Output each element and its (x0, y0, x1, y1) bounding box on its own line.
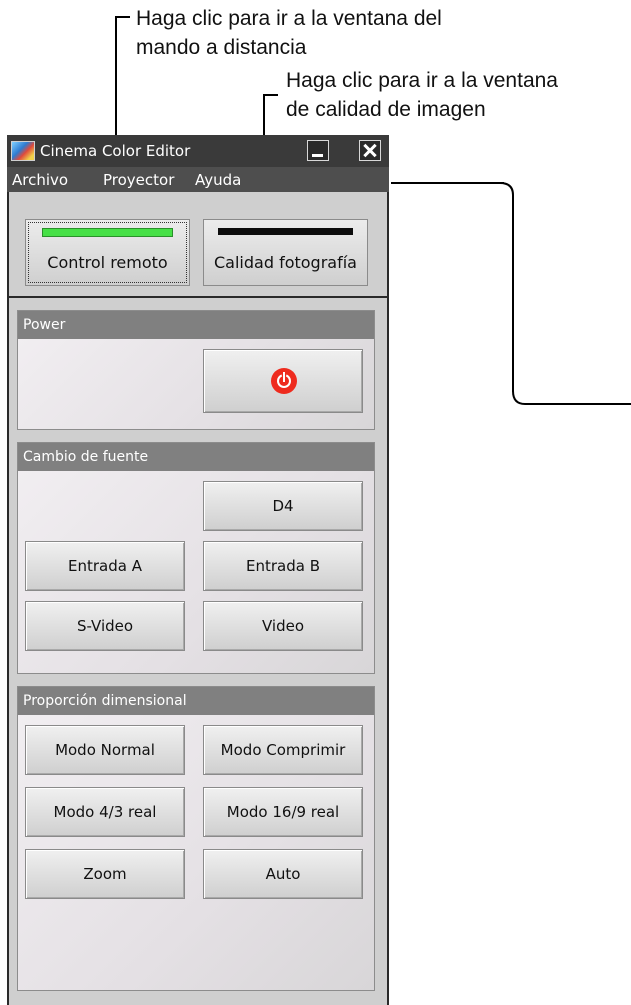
source-d4-button[interactable]: D4 (203, 481, 363, 531)
window-border-right (387, 192, 389, 1005)
power-panel-header: Power (18, 311, 374, 339)
aspect-panel: Proporción dimensional Modo Normal Modo … (17, 686, 375, 991)
power-panel: Power (17, 310, 375, 430)
aspect-auto-button[interactable]: Auto (203, 849, 363, 899)
aspect-squeeze-button[interactable]: Modo Comprimir (203, 725, 363, 775)
menu-archivo[interactable]: Archivo (12, 171, 68, 189)
window-title: Cinema Color Editor (40, 142, 191, 160)
source-panel-header: Cambio de fuente (18, 443, 374, 471)
source-s-video-button[interactable]: S-Video (25, 601, 185, 651)
bracket-line-bottom (525, 403, 631, 405)
window-border-left (7, 192, 9, 1005)
remote-active-indicator (42, 228, 173, 237)
title-bar[interactable]: Cinema Color Editor (7, 135, 389, 167)
separator (9, 296, 387, 298)
callout-line: Haga clic para ir a la ventana del (136, 7, 442, 30)
callout-line: de calidad de imagen (286, 98, 486, 121)
menu-bar: Archivo Proyector Ayuda (7, 167, 389, 192)
remote-window-callout: Haga clic para ir a la ventana del mando… (136, 4, 442, 62)
aspect-panel-title: Proporción dimensional (23, 693, 187, 709)
aspect-zoom-button[interactable]: Zoom (25, 849, 185, 899)
leader-line-quality-h (263, 94, 278, 96)
bracket-line-top (391, 182, 504, 184)
source-entrada-a-button[interactable]: Entrada A (25, 541, 185, 591)
source-panel-title: Cambio de fuente (23, 449, 149, 465)
power-panel-body (18, 339, 374, 429)
remote-control-label: Control remoto (47, 253, 168, 272)
menu-ayuda[interactable]: Ayuda (195, 171, 241, 189)
app-window: Cinema Color Editor Archivo Proyector Ay… (7, 135, 389, 1005)
bracket-line-vertical (512, 195, 514, 392)
power-button[interactable] (203, 349, 363, 413)
quality-window-callout: Haga clic para ir a la ventana de calida… (286, 66, 558, 124)
source-video-button[interactable]: Video (203, 601, 363, 651)
minimize-icon[interactable] (307, 140, 329, 161)
quality-indicator (218, 228, 353, 235)
aspect-panel-header: Proporción dimensional (18, 687, 374, 715)
aspect-normal-button[interactable]: Modo Normal (25, 725, 185, 775)
callout-line: Haga clic para ir a la ventana (286, 69, 558, 92)
bracket-corner-top (500, 182, 514, 196)
picture-quality-button[interactable]: Calidad fotografía (203, 219, 368, 286)
close-icon[interactable] (359, 140, 381, 161)
power-panel-title: Power (23, 317, 66, 333)
aspect-16-9-button[interactable]: Modo 16/9 real (203, 787, 363, 837)
source-panel-body: D4 Entrada A Entrada B S-Video Video (18, 471, 374, 673)
power-icon (271, 368, 297, 394)
leader-line-remote-h (115, 16, 130, 18)
source-entrada-b-button[interactable]: Entrada B (203, 541, 363, 591)
remote-control-button[interactable]: Control remoto (25, 219, 190, 286)
app-icon (11, 141, 35, 161)
aspect-panel-body: Modo Normal Modo Comprimir Modo 4/3 real… (18, 715, 374, 990)
window-client-area: Control remoto Calidad fotografía Power … (7, 192, 389, 1005)
callout-line: mando a distancia (136, 36, 307, 59)
bracket-corner-bottom (512, 391, 526, 405)
menu-proyector[interactable]: Proyector (103, 171, 174, 189)
picture-quality-label: Calidad fotografía (214, 253, 357, 272)
source-panel: Cambio de fuente D4 Entrada A Entrada B … (17, 442, 375, 674)
aspect-4-3-button[interactable]: Modo 4/3 real (25, 787, 185, 837)
